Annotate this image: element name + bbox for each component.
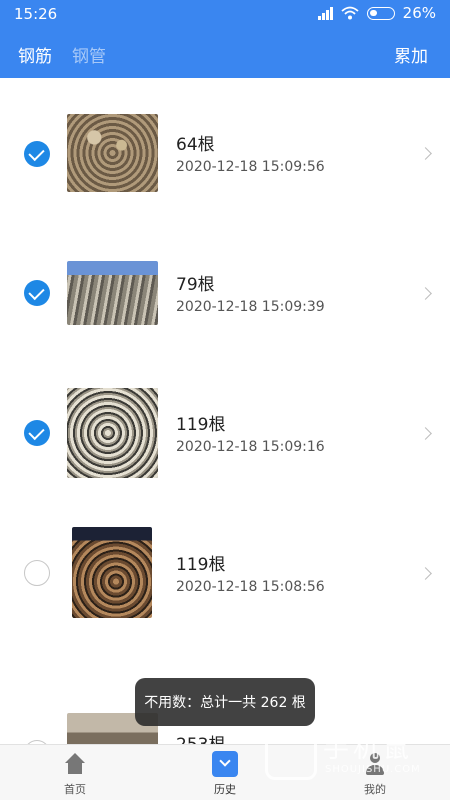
list-item[interactable]: 64根 2020-12-18 15:09:56 [0, 78, 450, 218]
selected-checkbox[interactable] [24, 420, 50, 446]
site-watermark: 手机鼠 SHOUJISHU.COM [265, 728, 435, 784]
rebar-photo-thumbnail [67, 114, 158, 192]
selected-checkbox[interactable] [24, 280, 50, 306]
nav-home[interactable]: 首页 [35, 751, 115, 797]
item-timestamp: 2020-12-18 15:09:56 [176, 159, 325, 175]
chevron-right-icon [419, 427, 432, 440]
category-tabs: 钢筋 钢管 [18, 42, 106, 67]
item-timestamp: 2020-12-18 15:08:56 [176, 579, 325, 595]
battery-level: 26% [402, 4, 436, 22]
nav-profile-label: 我的 [364, 783, 386, 796]
watermark-subtitle: SHOUJISHU.COM [325, 764, 421, 775]
tab-steel-pipe[interactable]: 钢管 [72, 42, 106, 67]
chevron-right-icon [419, 567, 432, 580]
status-indicators: 26% [317, 4, 436, 22]
item-count: 119根 [176, 415, 226, 435]
battery-icon [366, 6, 395, 20]
tab-rebar[interactable]: 钢筋 [18, 42, 52, 67]
watermark-title: 手机鼠 [323, 734, 414, 764]
chevron-right-icon [419, 147, 432, 160]
nav-history-label: 历史 [214, 783, 236, 796]
home-icon [62, 751, 88, 777]
app-header: 15:26 26% 钢筋 钢管 累加 [0, 0, 450, 78]
rebar-photo-thumbnail [67, 261, 158, 325]
total-count-toast: 不用数：总计一共 262 根 [135, 678, 315, 726]
accumulate-button[interactable]: 累加 [394, 42, 428, 67]
selected-checkbox[interactable] [24, 141, 50, 167]
status-time: 15:26 [14, 5, 58, 23]
chevron-right-icon [419, 287, 432, 300]
item-timestamp: 2020-12-18 15:09:39 [176, 299, 325, 315]
signal-icon [317, 6, 333, 20]
item-count: 79根 [176, 275, 215, 295]
item-count: 64根 [176, 135, 215, 155]
item-count: 119根 [176, 555, 226, 575]
rebar-photo-thumbnail [72, 527, 152, 618]
status-bar: 15:26 26% [0, 0, 450, 28]
item-timestamp: 2020-12-18 15:09:16 [176, 439, 325, 455]
rebar-photo-thumbnail [67, 388, 158, 478]
history-icon [212, 751, 238, 777]
unselected-checkbox[interactable] [24, 560, 50, 586]
list-item[interactable]: 79根 2020-12-18 15:09:39 [0, 218, 450, 358]
list-item[interactable]: 119根 2020-12-18 15:09:16 [0, 358, 450, 498]
app-screen: 15:26 26% 钢筋 钢管 累加 64根 2020-12-18 15:09:… [0, 0, 450, 800]
wifi-icon [341, 6, 359, 20]
watermark-logo-icon [265, 728, 317, 780]
list-item[interactable]: 119根 2020-12-18 15:08:56 [0, 498, 450, 638]
nav-home-label: 首页 [64, 783, 86, 796]
nav-history[interactable]: 历史 [185, 751, 265, 797]
